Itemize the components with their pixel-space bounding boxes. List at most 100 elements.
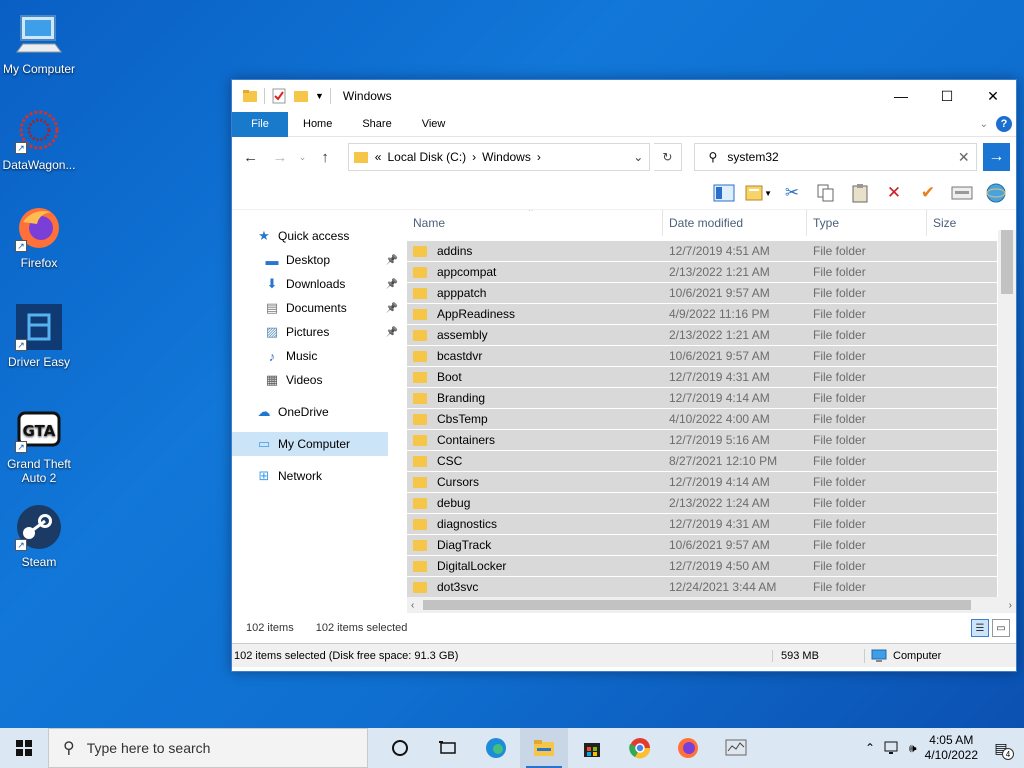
expand-ribbon-icon[interactable]: ⌄ <box>980 119 988 130</box>
table-row[interactable]: Branding 12/7/2019 4:14 AM File folder <box>407 388 997 409</box>
table-row[interactable]: bcastdvr 10/6/2021 9:57 AM File folder <box>407 346 997 367</box>
up-button[interactable]: ↑ <box>312 144 337 170</box>
cut-icon[interactable]: ✂ <box>778 180 806 206</box>
volume-icon[interactable]: 🕪 <box>909 741 917 756</box>
chevron-up-icon[interactable]: ⌃ <box>865 741 875 755</box>
sidebar-item-quick-access[interactable]: ★ Quick access <box>232 224 406 248</box>
details-view-icon[interactable]: ☰ <box>971 619 989 637</box>
forward-button[interactable]: → <box>267 144 292 170</box>
rename-check-icon[interactable]: ✔ <box>914 180 942 206</box>
table-row[interactable]: dot3svc 12/24/2021 3:44 AM File folder <box>407 577 997 598</box>
scroll-thumb[interactable] <box>1001 230 1013 294</box>
column-name[interactable]: Name <box>407 210 663 236</box>
horizontal-scrollbar[interactable]: ‹ › <box>407 597 1016 613</box>
network-drive-icon[interactable] <box>982 180 1010 206</box>
search-input[interactable]: system32 <box>727 150 778 164</box>
maximize-button[interactable]: ☐ <box>924 80 970 112</box>
file-explorer-taskbar-icon[interactable] <box>520 728 568 768</box>
system-monitor-icon[interactable] <box>712 728 760 768</box>
cortana-icon[interactable] <box>376 728 424 768</box>
clock[interactable]: 4:05 AM 4/10/2022 <box>925 733 978 763</box>
firefox-taskbar-icon[interactable] <box>664 728 712 768</box>
delete-icon[interactable]: ✕ <box>880 180 908 206</box>
chevron-right-icon[interactable]: › <box>472 150 476 164</box>
table-row[interactable]: CSC 8/27/2021 12:10 PM File folder <box>407 451 997 472</box>
back-button[interactable]: ← <box>238 144 263 170</box>
table-row[interactable]: assembly 2/13/2022 1:21 AM File folder <box>407 325 997 346</box>
address-bar[interactable]: « Local Disk (C:) › Windows › ⌄ <box>347 143 651 171</box>
taskbar-search[interactable]: ⚲ Type here to search <box>48 728 368 768</box>
paste-icon[interactable] <box>846 180 874 206</box>
table-row[interactable]: debug 2/13/2022 1:24 AM File folder <box>407 493 997 514</box>
file-name: assembly <box>437 328 488 342</box>
table-row[interactable]: DiagTrack 10/6/2021 9:57 AM File folder <box>407 535 997 556</box>
table-row[interactable]: Cursors 12/7/2019 4:14 AM File folder <box>407 472 997 493</box>
table-row[interactable]: DigitalLocker 12/7/2019 4:50 AM File folde… <box>407 556 997 577</box>
start-button[interactable] <box>0 728 48 768</box>
column-date-modified[interactable]: Date modified <box>663 210 807 236</box>
vertical-scrollbar[interactable] <box>998 230 1016 600</box>
column-size[interactable]: Size <box>927 210 997 236</box>
shortcut-arrow-icon: ↗ <box>15 240 27 252</box>
table-row[interactable]: addins 12/7/2019 4:51 AM File folder <box>407 241 997 262</box>
table-row[interactable]: CbsTemp 4/10/2022 4:00 AM File folder <box>407 409 997 430</box>
chevron-down-icon[interactable]: ⌄ <box>627 150 649 164</box>
large-icons-view-icon[interactable]: ▭ <box>992 619 1010 637</box>
search-box[interactable]: ⚲ system32 ✕ <box>693 143 977 171</box>
table-row[interactable]: Boot 12/7/2019 4:31 AM File folder <box>407 367 997 388</box>
address-segment-local-disk[interactable]: Local Disk (C:) <box>387 150 466 164</box>
desktop-shortcut[interactable]: My Computer <box>0 10 78 76</box>
desktop-shortcut[interactable]: ↗ Firefox <box>0 204 78 270</box>
desktop-shortcut[interactable]: ↗ Driver Easy <box>0 303 78 369</box>
chevron-down-icon[interactable]: ▼ <box>315 91 324 101</box>
address-segment-windows[interactable]: Windows <box>482 150 531 164</box>
view-options-icon[interactable]: ▼ <box>744 180 772 206</box>
store-icon[interactable] <box>568 728 616 768</box>
tab-share[interactable]: Share <box>347 112 406 137</box>
scroll-left-icon[interactable]: ‹ <box>411 600 414 611</box>
recent-locations-icon[interactable]: ⌄ <box>297 144 309 170</box>
sidebar-item-pictures[interactable]: ▨ Pictures 📌 <box>232 320 406 344</box>
close-button[interactable]: ✕ <box>970 80 1016 112</box>
desktop-shortcut[interactable]: ↗ Steam <box>0 503 78 569</box>
desktop-shortcut[interactable]: ↗ DataWagon... <box>0 106 78 172</box>
sidebar-item-desktop[interactable]: ▬ Desktop 📌 <box>232 248 406 272</box>
chrome-icon[interactable] <box>616 728 664 768</box>
edge-icon[interactable] <box>472 728 520 768</box>
new-folder-icon[interactable] <box>293 88 309 104</box>
refresh-button[interactable]: ↻ <box>654 143 682 171</box>
desktop-shortcut[interactable]: GTA ↗ Grand Theft Auto 2 <box>0 405 78 485</box>
notification-center-icon[interactable]: ▤ 4 <box>986 734 1016 762</box>
table-row[interactable]: diagnostics 12/7/2019 4:31 AM File folder <box>407 514 997 535</box>
minimize-button[interactable]: — <box>878 80 924 112</box>
network-status-icon[interactable] <box>883 740 901 756</box>
scroll-right-icon[interactable]: › <box>1009 600 1012 611</box>
sidebar-item-music[interactable]: ♪ Music <box>232 344 406 368</box>
sidebar-item-downloads[interactable]: ⬇ Downloads 📌 <box>232 272 406 296</box>
tab-home[interactable]: Home <box>288 112 347 137</box>
clear-search-button[interactable]: ✕ <box>952 149 976 166</box>
address-overflow[interactable]: « <box>375 150 382 164</box>
task-view-icon[interactable] <box>424 728 472 768</box>
sidebar-item-my-computer[interactable]: ▭ My Computer <box>232 432 388 456</box>
tab-file[interactable]: File <box>232 111 288 137</box>
preview-pane-icon[interactable] <box>710 180 738 206</box>
table-row[interactable]: appcompat 2/13/2022 1:21 AM File folder <box>407 262 997 283</box>
sidebar-item-videos[interactable]: ▦ Videos <box>232 368 406 392</box>
properties-icon[interactable] <box>271 88 287 104</box>
properties-icon[interactable] <box>948 180 976 206</box>
sidebar-item-onedrive[interactable]: ☁ OneDrive <box>232 400 406 424</box>
column-type[interactable]: Type <box>807 210 927 236</box>
table-row[interactable]: AppReadiness 4/9/2022 11:16 PM File folder <box>407 304 997 325</box>
search-go-button[interactable]: → <box>982 143 1011 171</box>
scroll-thumb[interactable] <box>423 600 971 610</box>
sidebar-item-documents[interactable]: ▤ Documents 📌 <box>232 296 406 320</box>
tab-view[interactable]: View <box>407 112 461 137</box>
chevron-right-icon[interactable]: › <box>537 150 541 164</box>
table-row[interactable]: Containers 12/7/2019 5:16 AM File folder <box>407 430 997 451</box>
sidebar-item-network[interactable]: ⊞ Network <box>232 464 406 488</box>
table-row[interactable]: apppatch 10/6/2021 9:57 AM File folder <box>407 283 997 304</box>
taskbar-search-placeholder[interactable]: Type here to search <box>87 740 211 756</box>
help-icon[interactable]: ? <box>996 116 1012 132</box>
copy-icon[interactable] <box>812 180 840 206</box>
